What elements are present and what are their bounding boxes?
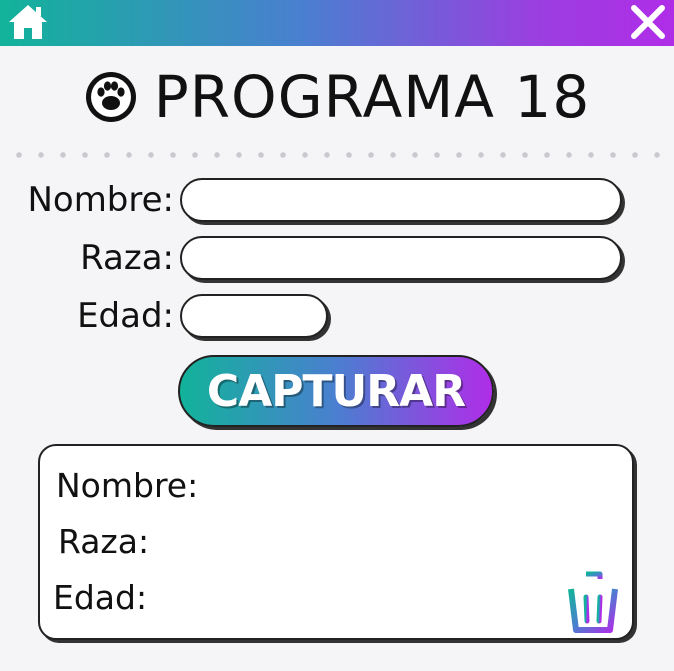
result-nombre-label: Nombre:: [56, 466, 199, 505]
edad-input[interactable]: [180, 294, 328, 338]
edad-label: Edad:: [77, 296, 174, 336]
paw-icon: [85, 72, 136, 122]
delete-button[interactable]: [562, 570, 624, 636]
raza-row: Raza:: [0, 236, 622, 280]
close-icon: [631, 5, 665, 39]
close-button[interactable]: [628, 2, 668, 42]
page-title: PROGRAMA 18: [0, 62, 674, 132]
home-icon: [9, 5, 47, 39]
title-text: PROGRAMA 18: [153, 63, 591, 131]
capture-button[interactable]: CAPTURAR: [178, 355, 494, 427]
home-button[interactable]: [6, 2, 50, 42]
edad-row: Edad:: [0, 294, 328, 338]
nombre-input[interactable]: [180, 178, 622, 222]
raza-input[interactable]: [180, 236, 622, 280]
raza-label: Raza:: [80, 238, 174, 278]
result-panel: Nombre: Raza: Edad:: [38, 444, 634, 640]
nombre-label: Nombre:: [27, 180, 174, 220]
title-bar: [0, 0, 674, 46]
divider: [8, 152, 668, 158]
result-edad-label: Edad:: [53, 578, 148, 617]
trash-icon: [563, 571, 623, 633]
nombre-row: Nombre:: [0, 178, 622, 222]
result-raza-label: Raza:: [58, 522, 150, 561]
